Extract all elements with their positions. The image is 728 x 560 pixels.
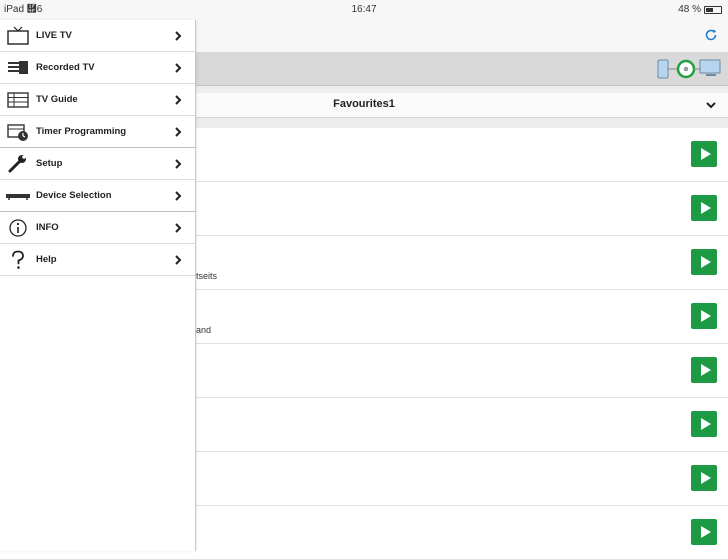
- play-button[interactable]: [691, 465, 717, 491]
- battery-status: 48 %: [678, 4, 722, 15]
- chevron-right-icon: [173, 222, 183, 233]
- chevron-right-icon: [173, 190, 183, 201]
- menu-item-label: LIVE TV: [36, 30, 72, 41]
- menu-item-label: Device Selection: [36, 190, 112, 201]
- play-button[interactable]: [691, 249, 717, 275]
- chevron-down-icon: [704, 98, 718, 112]
- chevron-right-icon: [173, 158, 183, 169]
- tv-guide-icon: [5, 89, 31, 111]
- chevron-right-icon: [173, 254, 183, 265]
- play-button[interactable]: [691, 357, 717, 383]
- menu-item-help[interactable]: Help: [0, 244, 195, 276]
- refresh-icon[interactable]: [702, 26, 720, 44]
- menu-item-label: Recorded TV: [36, 62, 95, 73]
- play-button[interactable]: [691, 141, 717, 167]
- play-button[interactable]: [691, 411, 717, 437]
- chevron-right-icon: [173, 126, 183, 137]
- menu-item-recorded-tv[interactable]: Recorded TV: [0, 52, 195, 84]
- device-connection-icon[interactable]: [652, 56, 722, 82]
- status-time: 16:47: [351, 4, 377, 15]
- chevron-right-icon: [173, 30, 183, 41]
- chevron-right-icon: [173, 62, 183, 73]
- side-menu: LIVE TV Recorded TV TV Guide Timer Progr…: [0, 20, 196, 551]
- menu-item-label: TV Guide: [36, 94, 78, 105]
- wrench-icon: [5, 153, 31, 175]
- menu-item-label: Help: [36, 254, 57, 265]
- help-icon: [5, 249, 31, 271]
- menu-item-timer-programming[interactable]: Timer Programming: [0, 116, 195, 148]
- battery-icon: [704, 5, 722, 14]
- menu-item-label: Timer Programming: [36, 126, 127, 137]
- menu-item-live-tv[interactable]: LIVE TV: [0, 20, 195, 52]
- battery-percent: 48 %: [678, 4, 701, 15]
- play-button[interactable]: [691, 303, 717, 329]
- recorded-tv-icon: [5, 57, 31, 79]
- play-button[interactable]: [691, 195, 717, 221]
- channel-subtitle: tseits: [196, 271, 218, 281]
- info-icon: [5, 217, 31, 239]
- menu-item-info[interactable]: INFO: [0, 212, 195, 244]
- timer-icon: [5, 121, 31, 143]
- menu-item-setup[interactable]: Setup: [0, 148, 195, 180]
- menu-item-tv-guide[interactable]: TV Guide: [0, 84, 195, 116]
- tv-icon: [5, 25, 31, 47]
- device-icon: [5, 185, 31, 207]
- play-button[interactable]: [691, 519, 717, 545]
- channel-subtitle: and: [196, 325, 212, 335]
- status-bar: iPad ὏6 16:47 48 %: [0, 0, 728, 20]
- menu-item-label: Setup: [36, 158, 63, 169]
- menu-item-label: INFO: [36, 222, 59, 233]
- chevron-right-icon: [173, 94, 183, 105]
- menu-item-device-selection[interactable]: Device Selection: [0, 180, 195, 212]
